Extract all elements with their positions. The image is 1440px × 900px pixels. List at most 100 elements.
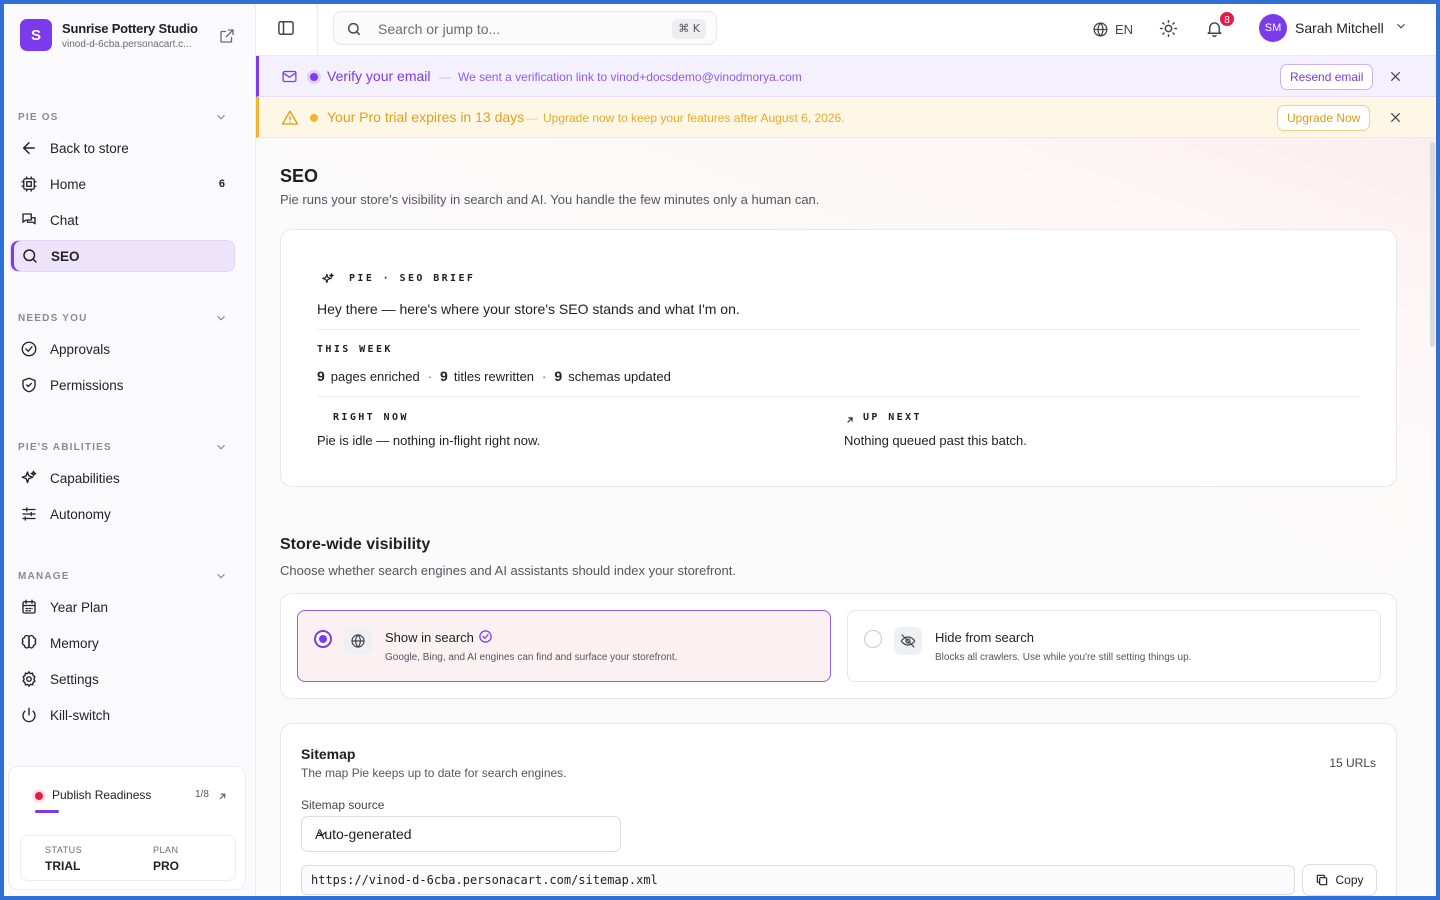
- language-switcher[interactable]: EN: [1092, 21, 1133, 38]
- sitemap-card: Sitemap The map Pie keeps up to date for…: [280, 723, 1397, 896]
- readiness-progress-bar: [35, 810, 59, 813]
- chevron-down-icon: [214, 440, 228, 457]
- status-label: STATUS: [45, 845, 83, 855]
- language-label: EN: [1115, 22, 1134, 37]
- check-circle-icon: [20, 340, 38, 358]
- sitemap-url-field[interactable]: https://vinod-d-6cba.personacart.com/sit…: [301, 865, 1295, 895]
- section-needs-you[interactable]: NEEDS YOU: [18, 313, 228, 324]
- sidebar-item-kill-switch[interactable]: Kill-switch: [10, 699, 235, 731]
- section-label: NEEDS YOU: [18, 313, 88, 324]
- home-count-badge: 6: [218, 178, 225, 190]
- trial-banner: Your Pro trial expires in 13 days — Upgr…: [256, 97, 1436, 138]
- notification-badge: 8: [1218, 10, 1236, 28]
- show-in-search-option[interactable]: Show in search Google, Bing, and AI engi…: [297, 610, 831, 682]
- sidebar-item-chat[interactable]: Chat: [10, 204, 235, 236]
- sidebar-item-memory[interactable]: Memory: [10, 627, 235, 659]
- this-week-label: THIS WEEK: [317, 344, 393, 355]
- sidebar-toggle-icon[interactable]: [276, 18, 296, 38]
- sidebar: S Sunrise Pottery Studio vinod-d-6cba.pe…: [4, 4, 256, 896]
- sitemap-title: Sitemap: [301, 746, 356, 762]
- sidebar-item-home[interactable]: Home 6: [10, 168, 235, 200]
- option-title: Hide from search: [935, 630, 1034, 645]
- warning-icon: [281, 109, 299, 132]
- sidebar-item-year-plan[interactable]: Year Plan: [10, 591, 235, 623]
- verify-message: We sent a verification link to vinod+doc…: [458, 70, 802, 84]
- trial-message: Upgrade now to keep your features after …: [543, 111, 845, 125]
- visibility-subtitle: Choose whether search engines and AI ass…: [280, 563, 736, 578]
- power-icon: [20, 706, 38, 724]
- store-name: Sunrise Pottery Studio: [62, 21, 198, 36]
- external-link-icon[interactable]: [218, 27, 236, 45]
- globe-icon: [1092, 21, 1109, 38]
- sidebar-item-settings[interactable]: Settings: [10, 663, 235, 695]
- publish-readiness-count: 1/8: [195, 789, 209, 800]
- keyboard-shortcut: ⌘ K: [672, 19, 706, 39]
- sidebar-item-label: Home: [50, 176, 87, 192]
- sidebar-item-permissions[interactable]: Permissions: [10, 369, 235, 401]
- gear-icon: [20, 670, 38, 688]
- chevron-down-icon: [214, 110, 228, 127]
- section-manage[interactable]: MANAGE: [18, 571, 228, 582]
- store-switcher[interactable]: S Sunrise Pottery Studio vinod-d-6cba.pe…: [20, 19, 240, 53]
- calendar-icon: [20, 598, 38, 616]
- sitemap-source-select[interactable]: Auto-generated: [301, 816, 621, 852]
- sidebar-item-label: Memory: [50, 635, 99, 651]
- sidebar-item-autonomy[interactable]: Autonomy: [10, 498, 235, 530]
- copy-icon: [1317, 874, 1328, 886]
- sidebar-item-label: Chat: [50, 212, 79, 228]
- avatar: SM: [1259, 14, 1287, 42]
- search-placeholder: Search or jump to...: [378, 21, 501, 37]
- user-menu[interactable]: SM Sarah Mitchell: [1259, 14, 1408, 42]
- sidebar-item-seo[interactable]: SEO: [10, 240, 235, 272]
- plan-summary: STATUS TRIAL PLAN PRO: [20, 835, 236, 881]
- arrow-up-right-icon: [845, 412, 855, 430]
- publish-readiness-card[interactable]: Publish Readiness 1/8 STATUS TRIAL PLAN …: [8, 766, 246, 890]
- divider: [317, 396, 1360, 397]
- trial-title: Your Pro trial expires in 13 days: [327, 109, 525, 125]
- sidebar-item-label: Kill-switch: [50, 707, 111, 723]
- search-input[interactable]: Search or jump to... ⌘ K: [333, 11, 717, 45]
- visibility-card: Show in search Google, Bing, and AI engi…: [280, 593, 1397, 699]
- status-dot: [35, 792, 43, 800]
- banner-dash: —: [439, 70, 451, 84]
- section-label: PIE'S ABILITIES: [18, 442, 112, 453]
- sitemap-source-label: Sitemap source: [301, 798, 385, 812]
- section-pie-os[interactable]: PIE OS: [18, 112, 228, 123]
- check-circle-icon: [478, 629, 493, 649]
- upgrade-now-button[interactable]: Upgrade Now: [1277, 105, 1371, 131]
- stat-value: 9: [317, 368, 325, 384]
- sparkles-icon: [20, 469, 38, 487]
- resend-email-button[interactable]: Resend email: [1280, 64, 1374, 90]
- copy-button[interactable]: Copy: [1302, 864, 1377, 896]
- hide-from-search-option[interactable]: Hide from search Blocks all crawlers. Us…: [847, 610, 1381, 682]
- stat-label: titles rewritten: [453, 368, 535, 384]
- divider: [317, 4, 318, 56]
- sidebar-item-back-to-store[interactable]: Back to store: [10, 132, 235, 164]
- brain-icon: [20, 634, 38, 652]
- close-icon[interactable]: [1389, 111, 1402, 129]
- close-icon[interactable]: [1389, 70, 1402, 88]
- sun-icon[interactable]: [1159, 19, 1178, 43]
- section-pies-abilities[interactable]: PIE'S ABILITIES: [18, 442, 228, 453]
- radio-button[interactable]: [314, 630, 332, 648]
- stat-label: pages enriched: [330, 368, 420, 384]
- sidebar-item-capabilities[interactable]: Capabilities: [10, 462, 235, 494]
- radio-button[interactable]: [864, 630, 882, 648]
- option-description: Google, Bing, and AI engines can find an…: [385, 652, 678, 663]
- sliders-icon: [20, 505, 38, 523]
- sidebar-item-approvals[interactable]: Approvals: [10, 333, 235, 365]
- stat-label: schemas updated: [568, 368, 671, 384]
- stat-value: 9: [440, 368, 448, 384]
- sitemap-subtitle: The map Pie keeps up to date for search …: [301, 766, 567, 780]
- sidebar-item-label: Approvals: [50, 341, 111, 357]
- right-now-text: Pie is idle — nothing in-flight right no…: [317, 433, 541, 448]
- arrow-up-right-icon[interactable]: [217, 789, 228, 807]
- divider: [317, 329, 1360, 330]
- sparkles-icon: [321, 272, 335, 291]
- weekly-stats: 9 pages enriched · 9 titles rewritten · …: [317, 368, 671, 384]
- scrollbar[interactable]: [1430, 142, 1435, 347]
- stat-separator: ·: [542, 368, 547, 384]
- up-next-text: Nothing queued past this batch.: [844, 433, 1027, 448]
- chevron-down-icon: [315, 827, 612, 844]
- verify-title: Verify your email: [327, 68, 431, 84]
